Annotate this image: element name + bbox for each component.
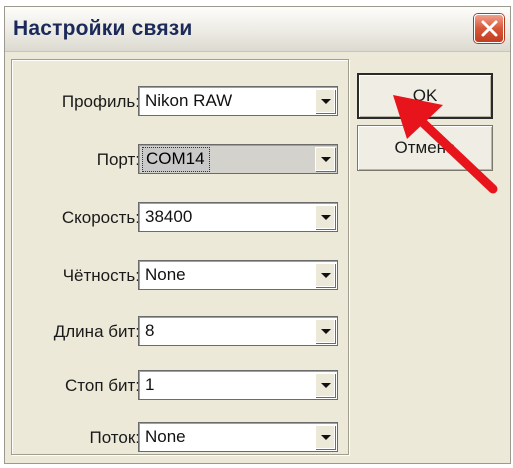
chevron-down-icon[interactable] bbox=[315, 319, 335, 343]
chevron-down-icon[interactable] bbox=[315, 425, 335, 449]
data-bits-label: Длина бит: bbox=[53, 322, 140, 341]
flow-select[interactable]: None bbox=[138, 422, 338, 452]
speed-value: 38400 bbox=[145, 207, 193, 226]
stop-bits-row: Стоп бит: 1 bbox=[12, 370, 350, 404]
stop-bits-value: 1 bbox=[145, 375, 155, 394]
speed-select[interactable]: 38400 bbox=[138, 202, 338, 232]
chevron-down-icon[interactable] bbox=[315, 147, 335, 171]
parity-select[interactable]: None bbox=[138, 260, 338, 290]
close-button[interactable] bbox=[474, 14, 504, 43]
speed-label: Скорость: bbox=[61, 208, 140, 227]
red-arrow-icon bbox=[393, 95, 498, 194]
data-bits-row: Длина бит: 8 bbox=[12, 316, 350, 350]
chevron-down-icon[interactable] bbox=[315, 205, 335, 229]
profile-select[interactable]: Nikon RAW bbox=[138, 86, 338, 116]
settings-group: Профиль: Nikon RAW Порт: COM14 Скорость:… bbox=[11, 59, 349, 455]
flow-row: Поток: None bbox=[12, 422, 350, 456]
flow-value: None bbox=[145, 427, 186, 446]
title-bar[interactable]: Настройки связи bbox=[5, 7, 510, 52]
parity-label: Чётность: bbox=[62, 266, 140, 285]
chevron-down-icon[interactable] bbox=[315, 263, 335, 287]
speed-row: Скорость: 38400 bbox=[12, 202, 350, 236]
window-title: Настройки связи bbox=[13, 17, 193, 40]
profile-label: Профиль: bbox=[61, 92, 140, 111]
flow-label: Поток: bbox=[89, 428, 140, 447]
data-bits-select[interactable]: 8 bbox=[138, 316, 338, 346]
chevron-down-icon[interactable] bbox=[315, 373, 335, 397]
port-label: Порт: bbox=[96, 150, 140, 169]
stop-bits-label: Стоп бит: bbox=[65, 376, 140, 395]
port-select[interactable]: COM14 bbox=[138, 144, 338, 174]
parity-row: Чётность: None bbox=[12, 260, 350, 294]
profile-row: Профиль: Nikon RAW bbox=[12, 86, 350, 120]
port-value: COM14 bbox=[142, 147, 210, 172]
profile-value: Nikon RAW bbox=[145, 91, 233, 110]
chevron-down-icon[interactable] bbox=[315, 89, 335, 113]
parity-value: None bbox=[145, 265, 186, 284]
close-icon bbox=[481, 20, 498, 37]
stop-bits-select[interactable]: 1 bbox=[138, 370, 338, 400]
data-bits-value: 8 bbox=[145, 321, 155, 340]
port-row: Порт: COM14 bbox=[12, 144, 350, 178]
settings-dialog: Настройки связи Профиль: Nikon RAW Порт:… bbox=[4, 6, 511, 464]
